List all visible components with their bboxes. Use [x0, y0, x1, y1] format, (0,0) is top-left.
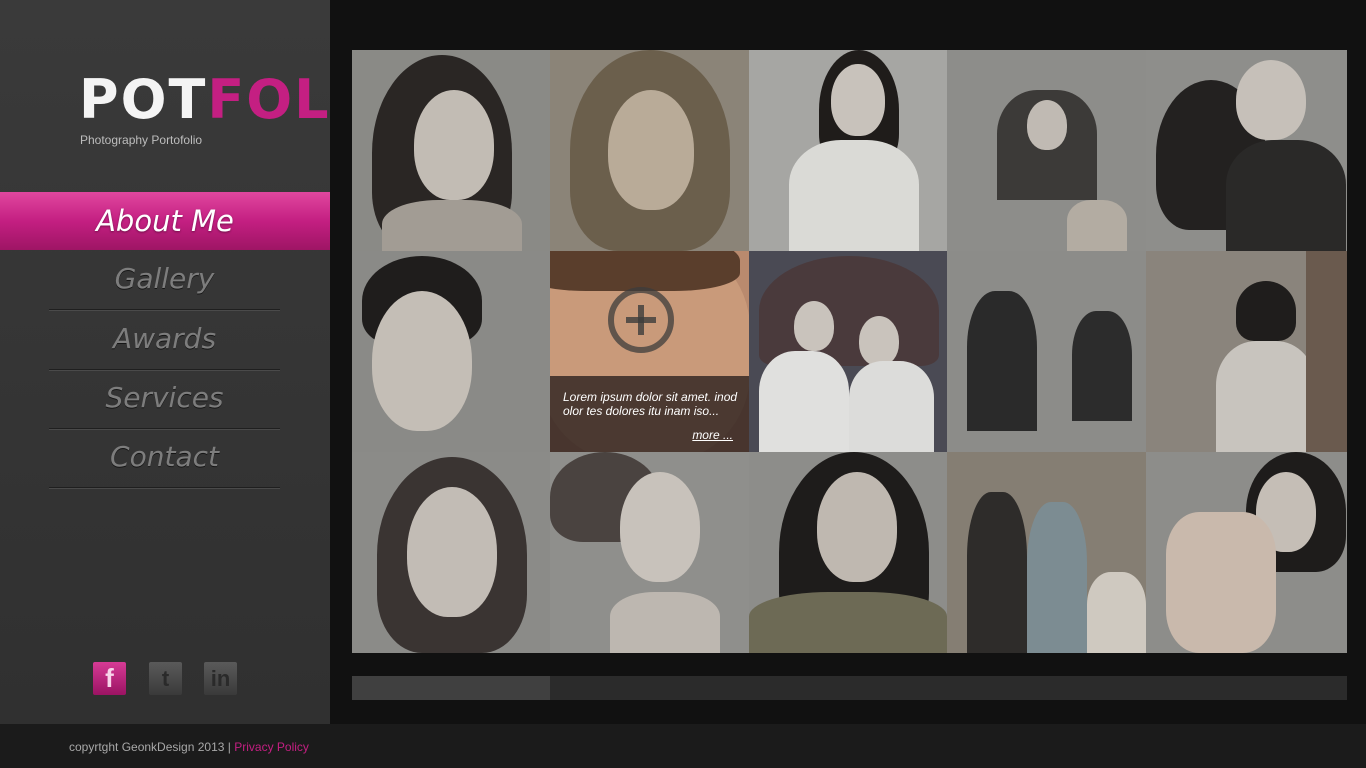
facebook-icon[interactable]: f	[93, 662, 126, 695]
gallery-photo[interactable]	[749, 251, 947, 452]
nav-item-gallery[interactable]: Gallery	[49, 251, 280, 310]
gallery-photo-featured[interactable]: Lorem ipsum dolor sit amet. inod olor te…	[550, 251, 749, 452]
nav-item-contact[interactable]: Contact	[49, 429, 280, 488]
privacy-policy-link[interactable]: Privacy Policy	[234, 740, 309, 754]
gallery-photo[interactable]	[352, 452, 550, 653]
gallery-photo[interactable]	[550, 50, 749, 251]
linkedin-glyph: in	[210, 665, 231, 691]
sidebar: POTFOL Photography Portofolio About Me G…	[0, 0, 342, 724]
footer-separator: |	[227, 740, 231, 754]
gallery-photo[interactable]	[1146, 251, 1347, 452]
copyright-text: copyrtght GeonkDesign 2013	[69, 740, 225, 754]
gallery-photo[interactable]	[352, 251, 550, 452]
gallery-photo[interactable]	[749, 50, 947, 251]
photo-caption-overlay: Lorem ipsum dolor sit amet. inod olor te…	[550, 376, 749, 452]
gallery-photo[interactable]	[947, 251, 1146, 452]
twitter-icon[interactable]: t	[149, 662, 182, 695]
gallery-photo[interactable]	[947, 452, 1146, 653]
more-link[interactable]: more ...	[692, 428, 733, 442]
gallery-photo[interactable]	[1146, 452, 1347, 653]
photo-gallery-grid: Lorem ipsum dolor sit amet. inod olor te…	[352, 50, 1347, 653]
gallery-scrollbar[interactable]	[352, 676, 1347, 700]
nav-label-about-me: About Me	[96, 204, 234, 238]
zoom-plus-icon[interactable]	[608, 287, 674, 353]
facebook-glyph: f	[105, 663, 114, 693]
gallery-photo[interactable]	[947, 50, 1146, 251]
nav-item-awards[interactable]: Awards	[49, 311, 280, 370]
gallery-photo[interactable]	[352, 50, 550, 251]
logo-part-1: POT	[79, 68, 208, 131]
site-logo[interactable]: POTFOL	[79, 70, 331, 130]
footer: copyrtght GeonkDesign 2013 | Privacy Pol…	[0, 724, 1366, 768]
footer-text: copyrtght GeonkDesign 2013 | Privacy Pol…	[69, 740, 309, 754]
nav-item-services[interactable]: Services	[49, 370, 280, 429]
nav-item-about-me[interactable]: About Me	[0, 192, 342, 250]
twitter-glyph: t	[161, 665, 170, 691]
logo-part-2: FOL	[207, 68, 331, 131]
photo-caption: Lorem ipsum dolor sit amet. inod olor te…	[563, 390, 738, 418]
linkedin-icon[interactable]: in	[204, 662, 237, 695]
site-tagline: Photography Portofolio	[80, 133, 203, 147]
gallery-photo[interactable]	[550, 452, 749, 653]
gallery-scrollbar-thumb[interactable]	[352, 676, 550, 700]
gallery-photo[interactable]	[749, 452, 947, 653]
gallery-photo[interactable]	[1146, 50, 1347, 251]
